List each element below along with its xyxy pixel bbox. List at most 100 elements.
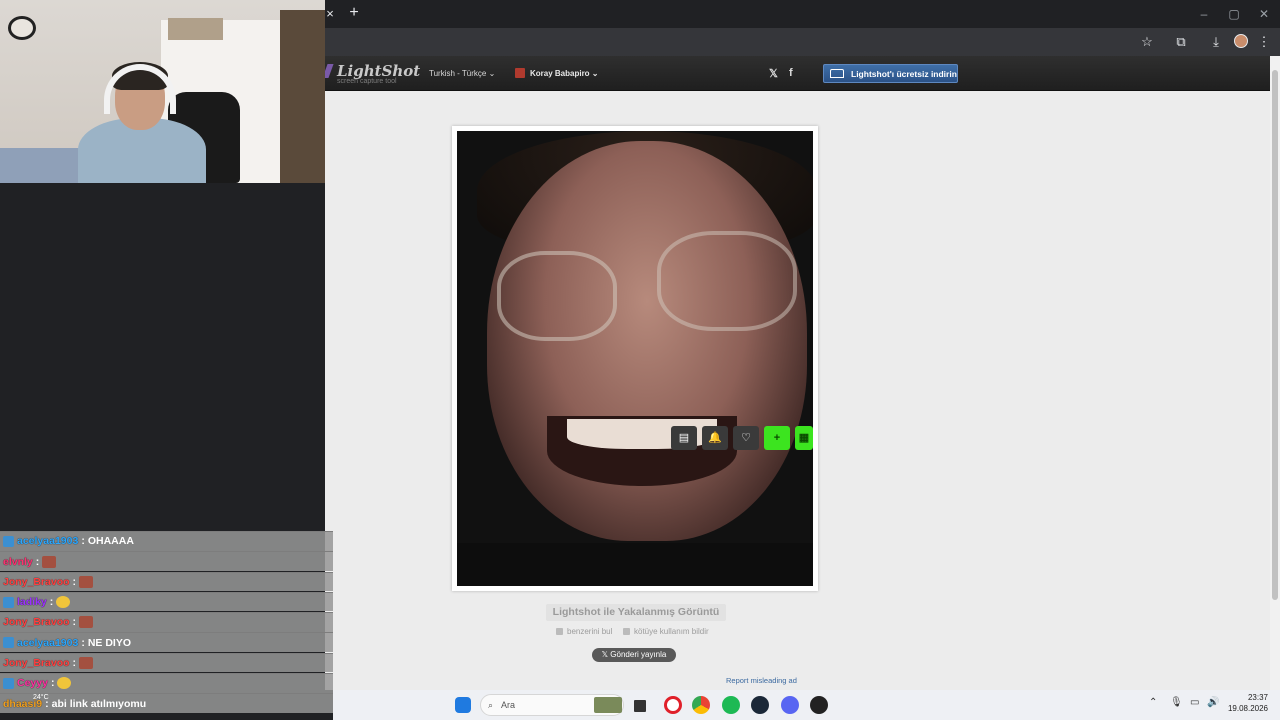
page-scrollbar[interactable] bbox=[1270, 56, 1280, 690]
photo-glasses-right bbox=[657, 231, 797, 331]
widget-icon[interactable] bbox=[594, 697, 622, 713]
chat-text: OHAAAA bbox=[87, 535, 134, 548]
chat-username[interactable]: Jony_Bravoo bbox=[3, 576, 70, 588]
search-placeholder: Ara bbox=[501, 700, 516, 710]
close-window-button[interactable]: ✕ bbox=[1256, 6, 1272, 22]
profile-avatar[interactable] bbox=[1234, 34, 1248, 48]
chat-username[interactable]: ladiky bbox=[17, 596, 47, 608]
chat-separator: : bbox=[81, 636, 85, 649]
download-icon[interactable]: ⤓ bbox=[1208, 34, 1224, 50]
chat-separator: : bbox=[81, 535, 85, 548]
caption-title: Lightshot ile Yakalanmış Görüntü bbox=[546, 604, 726, 621]
webcam-door bbox=[280, 10, 325, 183]
add-icon[interactable]: + bbox=[764, 426, 790, 450]
chat-username[interactable]: Jony_Bravoo bbox=[3, 657, 70, 669]
download-label: Lightshot'ı ücretsiz indirin bbox=[851, 68, 957, 79]
chat-message: acelyaa1903: OHAAAA bbox=[0, 531, 333, 551]
find-similar-link[interactable]: benzerini bul bbox=[556, 627, 612, 636]
chat-message: ladiky: bbox=[0, 591, 333, 612]
chat-emote-icon bbox=[57, 677, 72, 690]
webcam-overlay bbox=[0, 0, 325, 183]
chat-separator: : bbox=[72, 575, 77, 588]
taskview-icon[interactable] bbox=[634, 700, 646, 712]
chat-separator: : bbox=[49, 596, 54, 609]
report-abuse-link[interactable]: kötüye kullanım bildir bbox=[623, 627, 709, 636]
chat-message: Jony_Bravoo: bbox=[0, 652, 333, 673]
language-select[interactable]: Turkish - Türkçe ⌄ bbox=[429, 69, 495, 78]
scroll-thumb[interactable] bbox=[1272, 70, 1278, 600]
subscriber-badge-icon bbox=[3, 677, 14, 689]
chat-text: abi link atılmıyomu bbox=[51, 697, 147, 710]
download-app-icon bbox=[830, 69, 844, 78]
image-icon bbox=[556, 628, 563, 635]
chat-separator: : bbox=[72, 616, 77, 629]
microphone-icon[interactable]: 🎙 bbox=[1170, 697, 1183, 708]
chat-username[interactable]: Ceyyy bbox=[17, 677, 48, 689]
chat-emote-icon bbox=[56, 596, 71, 609]
chat-overlay: acelyaa1903: OHAAAA elvnly: Jony_Bravoo: lad… bbox=[0, 531, 333, 720]
star-icon[interactable]: ☆ bbox=[1139, 34, 1155, 50]
subscriber-badge-icon bbox=[3, 596, 14, 608]
clock-time: 23:37 bbox=[1247, 693, 1268, 702]
extensions-icon[interactable]: ⧉ bbox=[1173, 34, 1189, 50]
facebook-icon[interactable]: f bbox=[789, 67, 793, 79]
tweet-button[interactable]: 𝕏 Gönderi yayınla bbox=[592, 648, 676, 662]
clock-date: 19.08.2026 bbox=[1227, 704, 1268, 713]
maximize-button[interactable]: ▢ bbox=[1226, 6, 1242, 22]
flag-icon bbox=[623, 628, 630, 635]
chat-message: acelyaa1903: NE DIYO bbox=[0, 632, 333, 652]
report-abuse-label: kötüye kullanım bildir bbox=[634, 627, 709, 636]
photo-glasses-left bbox=[497, 251, 617, 341]
report-ad-link[interactable]: Report misleading ad bbox=[726, 676, 797, 685]
user-menu[interactable]: Koray Babapiro ⌄ bbox=[515, 68, 599, 78]
chat-text: NE DIYO bbox=[87, 636, 132, 649]
screenshot-action-bar bbox=[457, 543, 813, 586]
copy-icon[interactable]: ▤ bbox=[671, 426, 697, 450]
volume-icon[interactable]: 🔊 bbox=[1207, 697, 1219, 708]
discord-icon[interactable] bbox=[781, 696, 799, 714]
chat-separator: : bbox=[72, 657, 77, 670]
chat-emote-icon bbox=[79, 575, 94, 588]
chat-username[interactable]: acelyaa1903 bbox=[17, 535, 78, 547]
minimize-button[interactable]: – bbox=[1196, 6, 1212, 22]
opera-icon[interactable] bbox=[664, 696, 682, 714]
taskbar-clock[interactable]: 23:37 19.08.2026 bbox=[1226, 692, 1268, 714]
network-icon[interactable]: ▭ bbox=[1190, 697, 1199, 708]
chat-message: Jony_Bravoo: bbox=[0, 571, 333, 592]
chat-username[interactable]: acelyaa1903 bbox=[17, 637, 78, 649]
chat-message: elvnly: bbox=[0, 551, 333, 571]
chat-emote-icon bbox=[42, 555, 57, 568]
spotify-icon[interactable] bbox=[722, 696, 740, 714]
screenshot-image[interactable] bbox=[457, 131, 813, 586]
chat-message: dhaasi9: abi link atılmıyomu bbox=[0, 693, 333, 713]
chat-separator: : bbox=[35, 555, 40, 568]
twitter-icon[interactable]: 𝕏 bbox=[769, 67, 778, 80]
app-icon[interactable] bbox=[810, 696, 828, 714]
windows-start-icon[interactable] bbox=[455, 697, 471, 713]
steam-icon[interactable] bbox=[751, 696, 769, 714]
user-avatar bbox=[515, 68, 525, 78]
webcam-shelf bbox=[168, 18, 223, 40]
new-tab-button[interactable]: + bbox=[345, 4, 363, 22]
gift-icon[interactable]: ▦ bbox=[795, 426, 813, 450]
webcam-clock bbox=[8, 16, 36, 40]
notify-icon[interactable]: 🔔 bbox=[702, 426, 728, 450]
weather-temp: 24°C bbox=[33, 694, 49, 701]
subscriber-badge-icon bbox=[3, 637, 14, 649]
tray-chevron-icon[interactable]: ⌃ bbox=[1149, 697, 1157, 708]
subscriber-badge-icon bbox=[3, 535, 14, 547]
chat-message: Jony_Bravoo: bbox=[0, 612, 333, 632]
like-icon[interactable]: ♡ bbox=[733, 426, 759, 450]
chat-emote-icon bbox=[79, 616, 94, 629]
chat-username[interactable]: Jony_Bravoo bbox=[3, 616, 70, 628]
download-lightshot-button[interactable]: Lightshot'ı ücretsiz indirin bbox=[823, 64, 958, 83]
chat-message: Ceyyy: bbox=[0, 673, 333, 693]
chrome-icon[interactable] bbox=[692, 696, 710, 714]
chat-separator: : bbox=[50, 677, 55, 690]
chat-username[interactable]: elvnly bbox=[3, 556, 33, 568]
windows-taskbar bbox=[333, 690, 1280, 720]
logo-subtitle: screen capture tool bbox=[337, 78, 397, 85]
chat-emote-icon bbox=[79, 657, 94, 670]
lightshot-header: LightShot screen capture tool Turkish - … bbox=[322, 56, 1270, 91]
menu-icon[interactable]: ⋮ bbox=[1256, 34, 1272, 50]
